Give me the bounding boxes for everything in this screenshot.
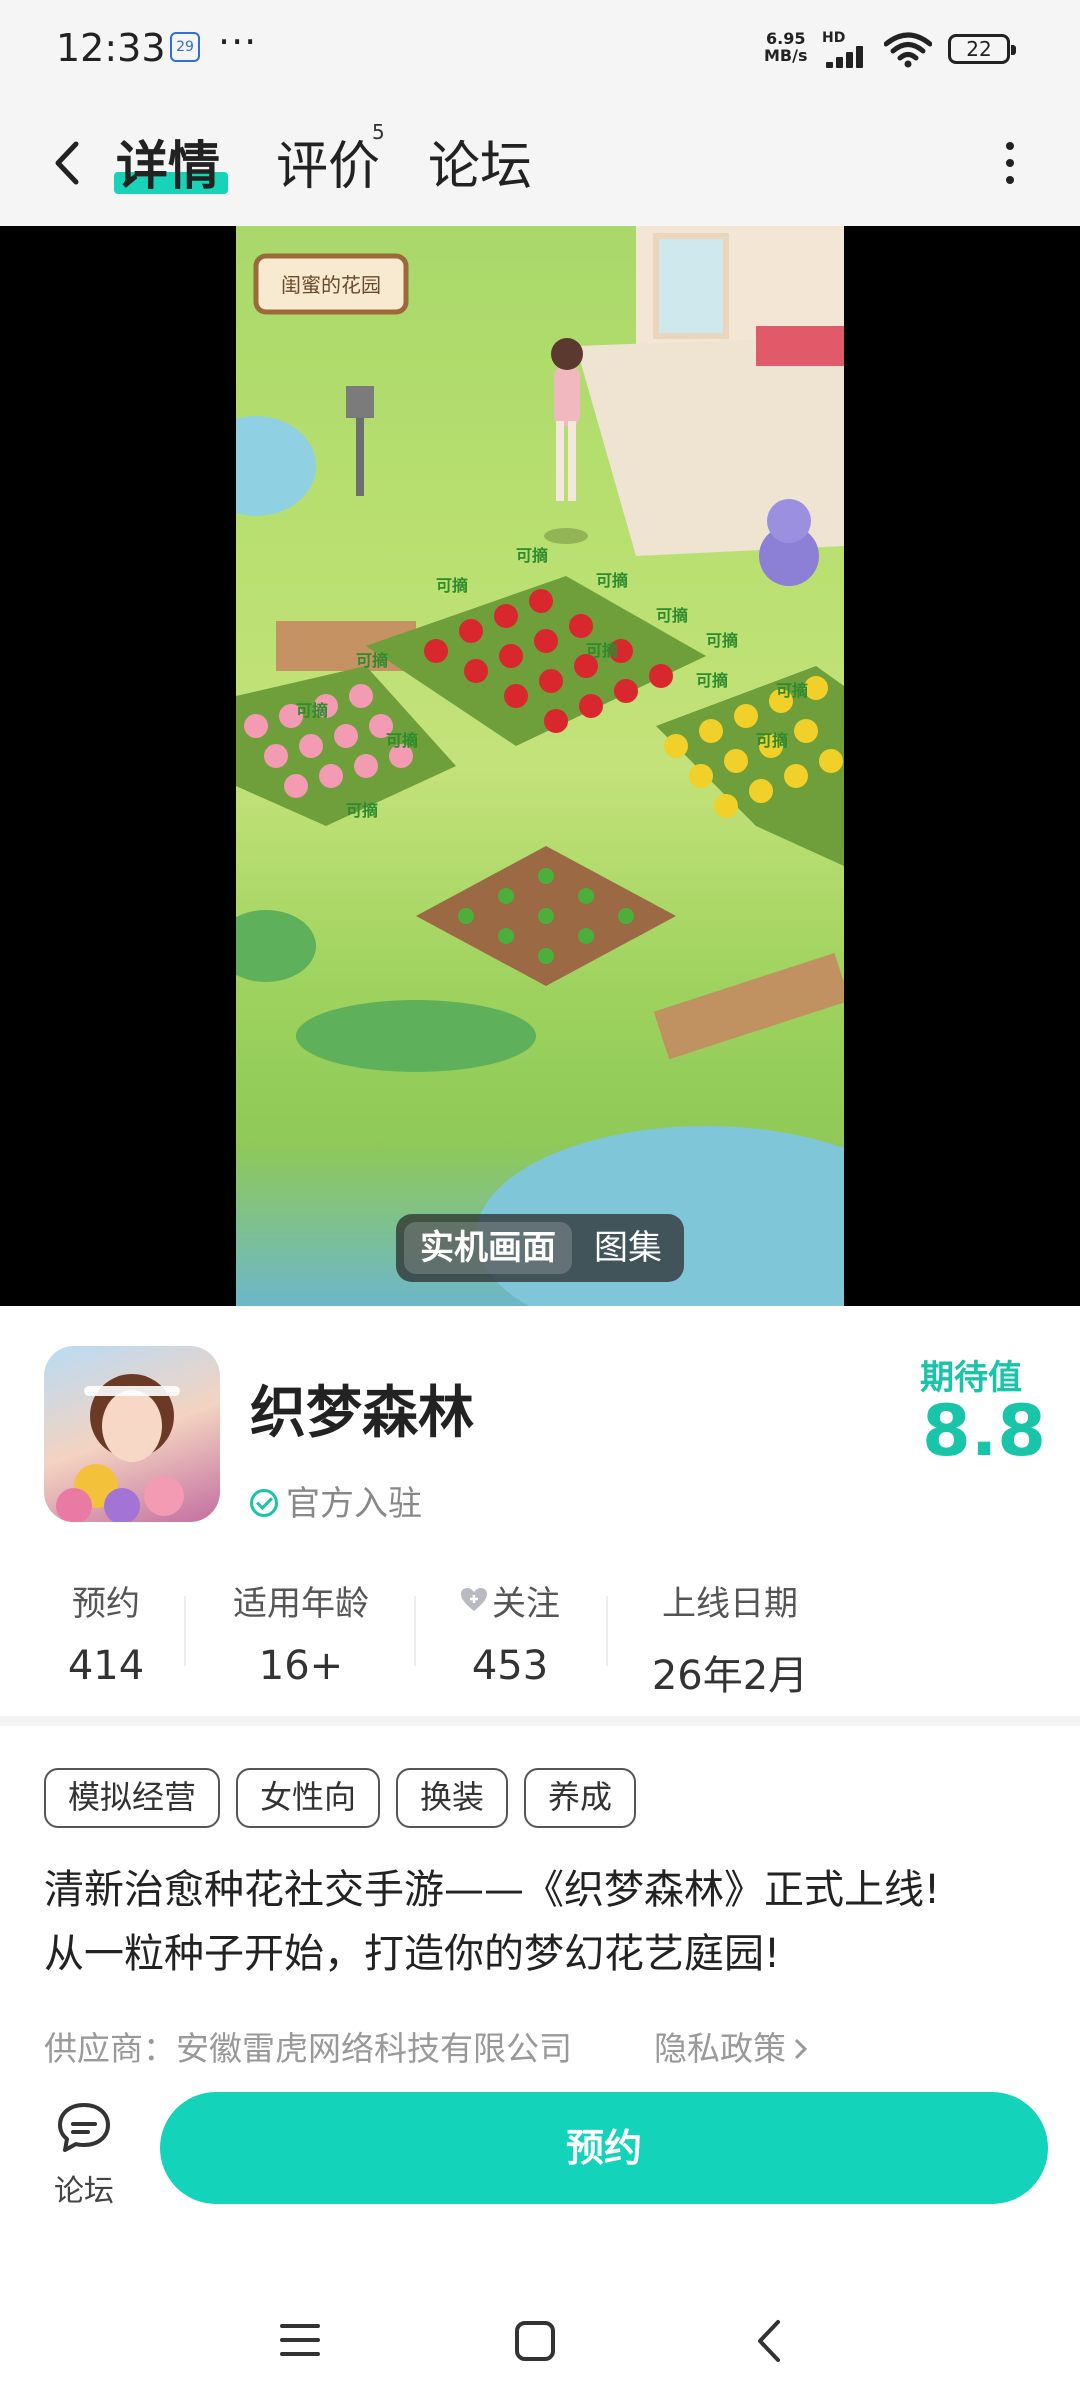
garden-scene-image: 闺蜜的花园 可摘 可摘 可摘 可摘 可摘 可摘 可摘 可摘 可摘 可摘 可摘 可… <box>236 226 844 1306</box>
tag-list: 模拟经营 女性向 换装 养成 <box>44 1768 652 1828</box>
pick-label: 可摘 <box>596 571 628 590</box>
more-options-icon[interactable] <box>1006 142 1016 188</box>
app-icon <box>44 1346 220 1522</box>
description-line: 清新治愈种花社交手游——《织梦森林》正式上线! <box>44 1867 941 1913</box>
stat-value: 26年2月 <box>651 1653 809 1699</box>
status-bar: 12:33 29 ··· 6.95 MB/s HD 22 <box>0 0 1080 100</box>
privacy-label: 隐私政策 <box>654 2029 786 2068</box>
stat-followers[interactable]: 关注 453 <box>440 1576 580 1689</box>
pick-label: 可摘 <box>346 801 378 820</box>
stat-value: 453 <box>471 1643 549 1689</box>
stat-divider <box>606 1596 608 1666</box>
stat-age: 适用年龄 16+ <box>216 1576 386 1689</box>
pick-label: 可摘 <box>586 641 618 660</box>
system-back-icon[interactable] <box>752 2318 786 2364</box>
stat-reservations: 预约 414 <box>44 1576 168 1689</box>
toggle-gameplay[interactable]: 实机画面 <box>404 1222 572 1274</box>
back-arrow-icon[interactable] <box>46 138 86 188</box>
stat-value: 414 <box>67 1643 145 1689</box>
tab-forum[interactable]: 论坛 <box>428 124 532 199</box>
reviews-count: 5 <box>372 120 385 144</box>
battery-icon: 22 <box>948 34 1016 64</box>
wifi-icon <box>884 32 932 68</box>
garden-sign-text: 闺蜜的花园 <box>281 273 381 297</box>
privacy-policy-link[interactable]: 隐私政策 <box>654 2022 810 2070</box>
pick-label: 可摘 <box>756 731 788 750</box>
forum-chat-icon <box>58 2103 110 2152</box>
system-navigation-bar <box>0 2280 1080 2400</box>
stat-label-text: 关注 <box>492 1584 560 1624</box>
stat-divider <box>414 1596 416 1666</box>
heart-plus-icon <box>460 1582 488 1611</box>
verified-check-icon <box>250 1489 278 1517</box>
forum-label: 论坛 <box>54 2174 114 2209</box>
signal-icon <box>826 46 872 68</box>
stat-divider <box>184 1596 186 1666</box>
app-description: 清新治愈种花社交手游——《织梦森林》正式上线! 从一粒种子开始，打造你的梦幻花艺… <box>44 1858 1044 1986</box>
tab-details[interactable]: 详情 <box>116 124 220 199</box>
stats-row: 预约 414 适用年龄 16+ 关注 453 上线日期 26年2月 <box>0 1576 1080 1699</box>
media-toggle: 实机画面 图集 <box>396 1214 684 1282</box>
official-label: 官方入驻 <box>286 1484 422 1524</box>
reserve-button[interactable]: 预约 <box>160 2092 1048 2204</box>
status-time: 12:33 <box>56 26 166 70</box>
network-speed: 6.95 MB/s <box>764 30 807 64</box>
menu-icon[interactable] <box>278 2320 322 2360</box>
pick-label: 可摘 <box>296 701 328 720</box>
home-icon[interactable] <box>514 2320 556 2362</box>
calendar-icon: 29 <box>170 32 200 62</box>
stat-value: 16+ <box>258 1643 344 1689</box>
top-nav: 详情 评价 5 论坛 <box>0 100 1080 226</box>
forum-button[interactable]: 论坛 <box>44 2100 124 2220</box>
stat-label: 关注 <box>440 1576 580 1625</box>
pick-label: 可摘 <box>516 546 548 565</box>
hd-label: HD <box>822 30 846 46</box>
pick-label: 可摘 <box>436 576 468 595</box>
tag-simulation[interactable]: 模拟经营 <box>44 1768 221 1828</box>
network-speed-value: 6.95 <box>766 29 806 48</box>
tag-dressup[interactable]: 换装 <box>396 1768 509 1828</box>
section-divider <box>0 1716 1080 1726</box>
stat-label: 适用年龄 <box>233 1584 369 1624</box>
pick-label: 可摘 <box>386 731 418 750</box>
app-info: 织梦森林 官方入驻 期待值 8.8 预约 414 适用年龄 16+ 关注 453… <box>0 1306 1080 1716</box>
tab-reviews[interactable]: 评价 <box>276 124 380 199</box>
description-line: 从一粒种子开始，打造你的梦幻花艺庭园! <box>44 1931 781 1977</box>
pick-label: 可摘 <box>776 681 808 700</box>
pick-label: 可摘 <box>656 606 688 625</box>
pick-label: 可摘 <box>706 631 738 650</box>
stat-label: 预约 <box>72 1584 140 1624</box>
expectation-score: 8.8 <box>922 1390 1047 1472</box>
toggle-gallery[interactable]: 图集 <box>582 1222 674 1274</box>
app-title: 织梦森林 <box>250 1381 474 1446</box>
pick-label: 可摘 <box>356 651 388 670</box>
tag-female[interactable]: 女性向 <box>236 1768 381 1828</box>
pick-label: 可摘 <box>696 671 728 690</box>
stat-release-date: 上线日期 26年2月 <box>640 1576 820 1701</box>
tag-nurture[interactable]: 养成 <box>524 1768 637 1828</box>
chevron-right-icon <box>794 2038 808 2060</box>
network-speed-unit: MB/s <box>764 46 808 65</box>
supplier-text: 供应商：安徽雷虎网络科技有限公司 <box>44 2029 572 2068</box>
official-badge: 官方入驻 <box>250 1476 422 1525</box>
stat-label: 上线日期 <box>662 1584 798 1624</box>
media-viewer[interactable]: 闺蜜的花园 可摘 可摘 可摘 可摘 可摘 可摘 可摘 可摘 可摘 可摘 可摘 可… <box>0 226 1080 1306</box>
more-notifications-icon: ··· <box>218 20 258 64</box>
gameplay-screenshot[interactable]: 闺蜜的花园 可摘 可摘 可摘 可摘 可摘 可摘 可摘 可摘 可摘 可摘 可摘 可… <box>236 226 844 1306</box>
